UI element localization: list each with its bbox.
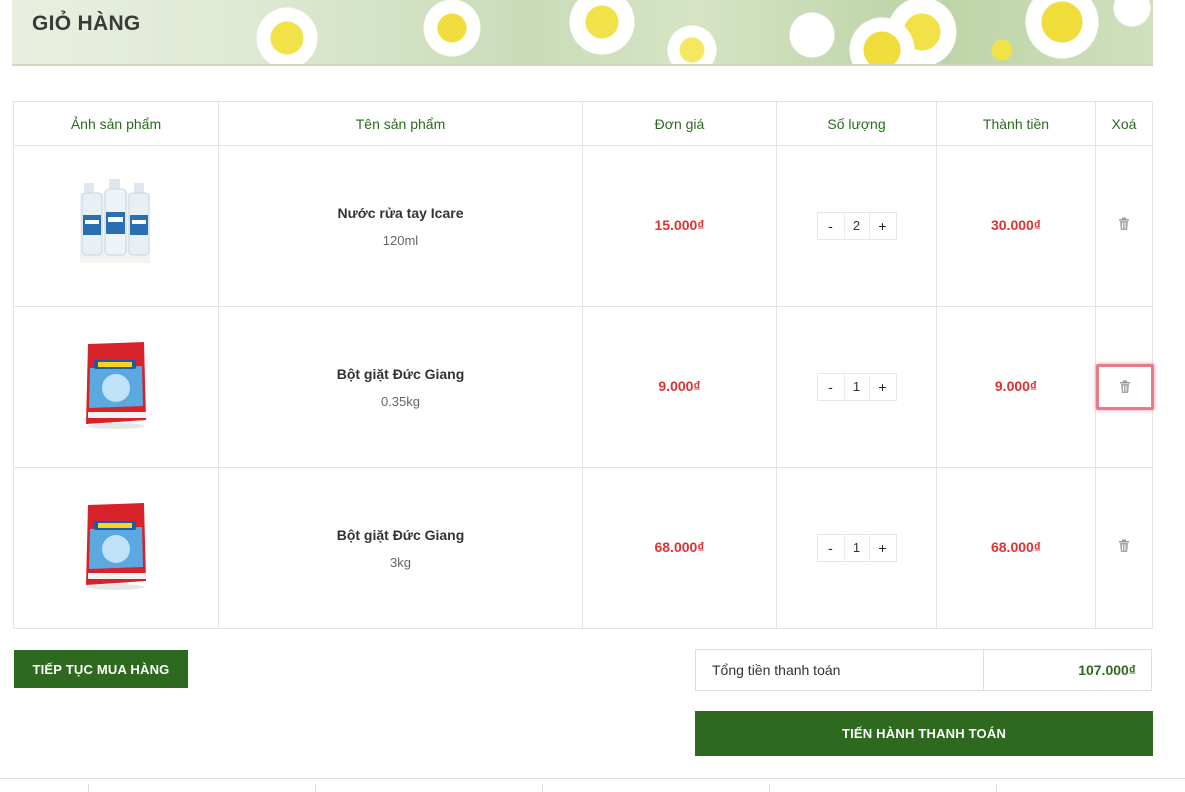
qty-increase-button[interactable]: + — [869, 374, 896, 400]
product-name-cell: Nước rửa tay Icare 120ml — [218, 145, 583, 307]
detergent-bag-image[interactable] — [80, 501, 152, 591]
continue-shopping-button[interactable]: TIẾP TỤC MUA HÀNG — [14, 650, 188, 688]
unit-price-cell: 68.000₫ — [582, 467, 777, 629]
product-variant: 120ml — [382, 232, 419, 248]
header-image: Ảnh sản phẩm — [13, 101, 219, 146]
cart-row: Bột giặt Đức Giang 3kg 68.000₫ - 1 + 68.… — [13, 467, 1153, 629]
product-variant: 0.35kg — [380, 393, 421, 409]
qty-decrease-button[interactable]: - — [817, 374, 844, 400]
detergent-bag-image[interactable] — [80, 340, 152, 430]
unit-price-cell: 15.000₫ — [582, 145, 777, 307]
table-header-row: Ảnh sản phẩm Tên sản phẩm Đơn giá Số lượ… — [13, 101, 1153, 146]
unit-price: 68.000₫ — [654, 539, 705, 555]
footer-divider-tick — [315, 784, 316, 792]
product-name[interactable]: Bột giặt Đức Giang — [219, 366, 582, 382]
total-label: Tổng tiền thanh toán — [696, 650, 984, 690]
cart-row: Nước rửa tay Icare 120ml 15.000₫ - 2 + 3… — [13, 145, 1153, 307]
line-total: 30.000₫ — [990, 217, 1041, 233]
qty-increase-button[interactable]: + — [869, 535, 896, 561]
product-image-cell — [13, 306, 219, 468]
quantity-cell: - 2 + — [776, 145, 937, 307]
delete-cell — [1095, 306, 1154, 468]
trash-icon[interactable] — [1118, 380, 1132, 394]
header-delete: Xoá — [1095, 101, 1153, 146]
unit-price: 15.000₫ — [654, 217, 705, 233]
product-name[interactable]: Bột giặt Đức Giang — [219, 527, 582, 543]
line-total: 68.000₫ — [990, 539, 1041, 555]
cart-row: Bột giặt Đức Giang 0.35kg 9.000₫ - 1 + 9… — [13, 306, 1154, 468]
quantity-cell: - 1 + — [776, 467, 937, 629]
trash-icon[interactable] — [1117, 539, 1131, 553]
line-total-cell: 9.000₫ — [936, 306, 1096, 468]
footer-divider-tick — [996, 784, 997, 792]
delete-highlight[interactable] — [1096, 364, 1154, 410]
trash-icon[interactable] — [1117, 217, 1131, 231]
product-name-cell: Bột giặt Đức Giang 3kg — [218, 467, 583, 629]
product-variant: 3kg — [390, 554, 411, 570]
delete-cell — [1095, 467, 1153, 629]
header-line-total: Thành tiền — [936, 101, 1096, 146]
quantity-input[interactable]: 1 — [843, 535, 870, 561]
quantity-stepper: - 2 + — [816, 212, 897, 240]
quantity-cell: - 1 + — [776, 306, 937, 468]
product-image-cell — [13, 145, 219, 307]
header-quantity: Số lượng — [776, 101, 937, 146]
line-total: 9.000₫ — [994, 378, 1038, 394]
delete-cell — [1095, 145, 1153, 307]
product-name-cell: Bột giặt Đức Giang 0.35kg — [218, 306, 583, 468]
footer-divider — [0, 778, 1185, 779]
quantity-stepper: - 1 + — [816, 373, 897, 401]
line-total-cell: 68.000₫ — [936, 467, 1096, 629]
footer-divider-tick — [88, 784, 89, 792]
line-total-cell: 30.000₫ — [936, 145, 1096, 307]
product-image-cell — [13, 467, 219, 629]
cart-table: Ảnh sản phẩm Tên sản phẩm Đơn giá Số lượ… — [13, 101, 1154, 629]
header-unit-price: Đơn giá — [582, 101, 777, 146]
total-value: 107.000₫ — [1078, 662, 1136, 678]
page-title: GIỎ HÀNG — [32, 12, 141, 35]
unit-price: 9.000₫ — [658, 378, 701, 394]
product-name[interactable]: Nước rửa tay Icare — [219, 205, 582, 221]
quantity-input[interactable]: 1 — [843, 374, 870, 400]
header-name: Tên sản phẩm — [218, 101, 583, 146]
quantity-stepper: - 1 + — [816, 534, 897, 562]
footer-divider-tick — [769, 784, 770, 792]
hand-sanitizer-bottles-image[interactable] — [80, 178, 152, 269]
quantity-input[interactable]: 2 — [843, 213, 870, 239]
qty-increase-button[interactable]: + — [869, 213, 896, 239]
checkout-button[interactable]: TIẾN HÀNH THANH TOÁN — [695, 711, 1153, 756]
unit-price-cell: 9.000₫ — [582, 306, 777, 468]
footer-divider-tick — [542, 784, 543, 792]
qty-decrease-button[interactable]: - — [817, 535, 844, 561]
page-banner: GIỎ HÀNG — [12, 0, 1153, 66]
qty-decrease-button[interactable]: - — [817, 213, 844, 239]
order-total-box: Tổng tiền thanh toán 107.000₫ — [695, 649, 1152, 691]
